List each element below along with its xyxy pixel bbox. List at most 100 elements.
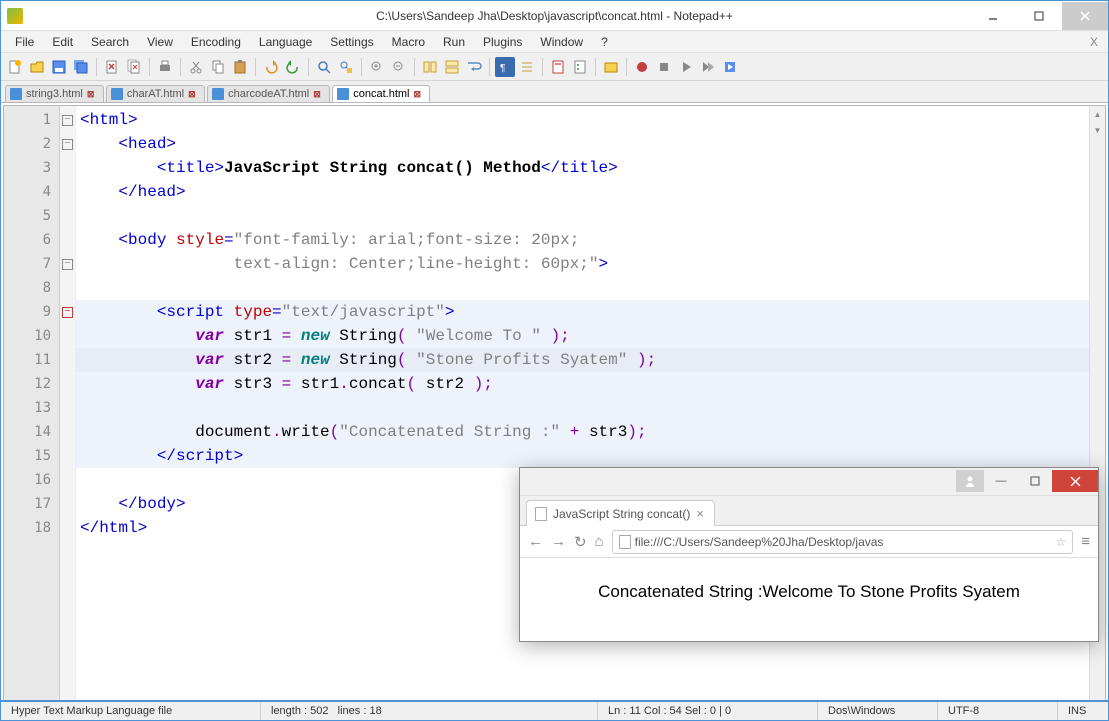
tab-label: concat.html — [353, 88, 409, 100]
replace-icon[interactable] — [336, 57, 356, 77]
status-position: Ln : 11 Col : 54 Sel : 0 | 0 — [598, 702, 818, 720]
menu-language[interactable]: Language — [251, 33, 320, 51]
show-all-chars-icon[interactable]: ¶ — [495, 57, 515, 77]
file-tab-charat[interactable]: charAT.html ⊠ — [106, 85, 205, 102]
status-ins: INS — [1058, 702, 1108, 720]
save-icon[interactable] — [49, 57, 69, 77]
wrap-icon[interactable] — [464, 57, 484, 77]
maximize-button[interactable] — [1016, 2, 1062, 30]
zoom-out-icon[interactable] — [389, 57, 409, 77]
tab-close-icon[interactable]: × — [696, 506, 704, 521]
menu-view[interactable]: View — [139, 33, 181, 51]
doc-map-icon[interactable] — [548, 57, 568, 77]
menu-macro[interactable]: Macro — [384, 33, 433, 51]
menu-run[interactable]: Run — [435, 33, 473, 51]
tab-close-icon[interactable]: ⊠ — [313, 89, 323, 99]
file-icon — [10, 88, 22, 100]
browser-nav-bar: ← → ↻ ⌂ file:///C:/Users/Sandeep%20Jha/D… — [520, 526, 1098, 558]
tab-close-icon[interactable]: ⊠ — [413, 89, 423, 99]
browser-tab-title: JavaScript String concat() — [553, 507, 690, 521]
status-encoding: UTF-8 — [938, 702, 1058, 720]
redo-icon[interactable] — [283, 57, 303, 77]
tab-close-icon[interactable]: ⊠ — [87, 89, 97, 99]
copy-icon[interactable] — [208, 57, 228, 77]
browser-content: Concatenated String :Welcome To Stone Pr… — [520, 558, 1098, 626]
file-tab-concat[interactable]: concat.html ⊠ — [332, 85, 430, 102]
file-icon — [111, 88, 123, 100]
record-macro-icon[interactable] — [632, 57, 652, 77]
scroll-down-icon[interactable]: ▼ — [1090, 122, 1105, 138]
window-title: C:\Users\Sandeep Jha\Desktop\javascript\… — [1, 9, 1108, 23]
play-macro-icon[interactable] — [676, 57, 696, 77]
toolbar: ¶ — [1, 53, 1108, 81]
scroll-up-icon[interactable]: ▲ — [1090, 106, 1105, 122]
menu-plugins[interactable]: Plugins — [475, 33, 530, 51]
url-bar[interactable]: file:///C:/Users/Sandeep%20Jha/Desktop/j… — [612, 530, 1074, 554]
status-length: length : 502 lines : 18 — [261, 702, 598, 720]
menu-edit[interactable]: Edit — [44, 33, 81, 51]
line-number-gutter: 12345 678910 1112131415 161718 — [4, 106, 60, 702]
tab-label: charcodeAT.html — [228, 88, 309, 100]
stop-macro-icon[interactable] — [654, 57, 674, 77]
app-icon — [7, 8, 23, 24]
status-eol: Dos\Windows — [818, 702, 938, 720]
indent-guide-icon[interactable] — [517, 57, 537, 77]
menu-window[interactable]: Window — [532, 33, 591, 51]
menu-encoding[interactable]: Encoding — [183, 33, 249, 51]
undo-icon[interactable] — [261, 57, 281, 77]
file-icon — [337, 88, 349, 100]
browser-tab[interactable]: JavaScript String concat() × — [526, 500, 715, 526]
tab-label: charAT.html — [127, 88, 184, 100]
file-icon — [212, 88, 224, 100]
reload-icon[interactable]: ↻ — [574, 533, 587, 551]
title-bar: C:\Users\Sandeep Jha\Desktop\javascript\… — [1, 1, 1108, 31]
home-icon[interactable]: ⌂ — [595, 533, 604, 550]
file-tab-bar: string3.html ⊠ charAT.html ⊠ charcodeAT.ht… — [1, 81, 1108, 103]
zoom-in-icon[interactable] — [367, 57, 387, 77]
browser-minimize-button[interactable]: — — [984, 470, 1018, 492]
save-all-icon[interactable] — [71, 57, 91, 77]
find-icon[interactable] — [314, 57, 334, 77]
browser-window: — JavaScript String concat() × ← → ↻ ⌂ f… — [519, 467, 1099, 642]
tab-close-icon[interactable]: ⊠ — [188, 89, 198, 99]
menu-icon[interactable]: ≡ — [1081, 533, 1090, 550]
menu-bar: File Edit Search View Encoding Language … — [1, 31, 1108, 53]
minimize-button[interactable] — [970, 2, 1016, 30]
menu-settings[interactable]: Settings — [322, 33, 381, 51]
back-icon[interactable]: ← — [528, 533, 543, 550]
fold-column — [60, 106, 76, 702]
browser-maximize-button[interactable] — [1018, 470, 1052, 492]
print-icon[interactable] — [155, 57, 175, 77]
output-text: Concatenated String :Welcome To Stone Pr… — [598, 582, 1020, 601]
menu-help[interactable]: ? — [593, 33, 616, 51]
status-language: Hyper Text Markup Language file — [1, 702, 261, 720]
close-file-icon[interactable] — [102, 57, 122, 77]
status-bar: Hyper Text Markup Language file length :… — [1, 700, 1108, 720]
forward-icon[interactable]: → — [551, 533, 566, 550]
folder-view-icon[interactable] — [601, 57, 621, 77]
play-multi-icon[interactable] — [698, 57, 718, 77]
menu-search[interactable]: Search — [83, 33, 137, 51]
window-controls — [970, 2, 1108, 30]
browser-user-icon[interactable] — [956, 470, 984, 492]
url-text: file:///C:/Users/Sandeep%20Jha/Desktop/j… — [635, 535, 884, 549]
star-icon[interactable]: ☆ — [1055, 535, 1066, 549]
tab-label: string3.html — [26, 88, 83, 100]
file-tab-string3[interactable]: string3.html ⊠ — [5, 85, 104, 102]
sync-h-icon[interactable] — [442, 57, 462, 77]
sync-v-icon[interactable] — [420, 57, 440, 77]
file-tab-charcodeat[interactable]: charcodeAT.html ⊠ — [207, 85, 330, 102]
close-all-icon[interactable] — [124, 57, 144, 77]
close-button[interactable] — [1062, 2, 1108, 30]
page-icon — [619, 535, 631, 549]
cut-icon[interactable] — [186, 57, 206, 77]
browser-close-button[interactable] — [1052, 470, 1098, 492]
function-list-icon[interactable] — [570, 57, 590, 77]
open-file-icon[interactable] — [27, 57, 47, 77]
svg-text:¶: ¶ — [500, 63, 505, 74]
paste-icon[interactable] — [230, 57, 250, 77]
save-macro-icon[interactable] — [720, 57, 740, 77]
new-file-icon[interactable] — [5, 57, 25, 77]
menu-close-x[interactable]: X — [1090, 35, 1098, 49]
menu-file[interactable]: File — [7, 33, 42, 51]
